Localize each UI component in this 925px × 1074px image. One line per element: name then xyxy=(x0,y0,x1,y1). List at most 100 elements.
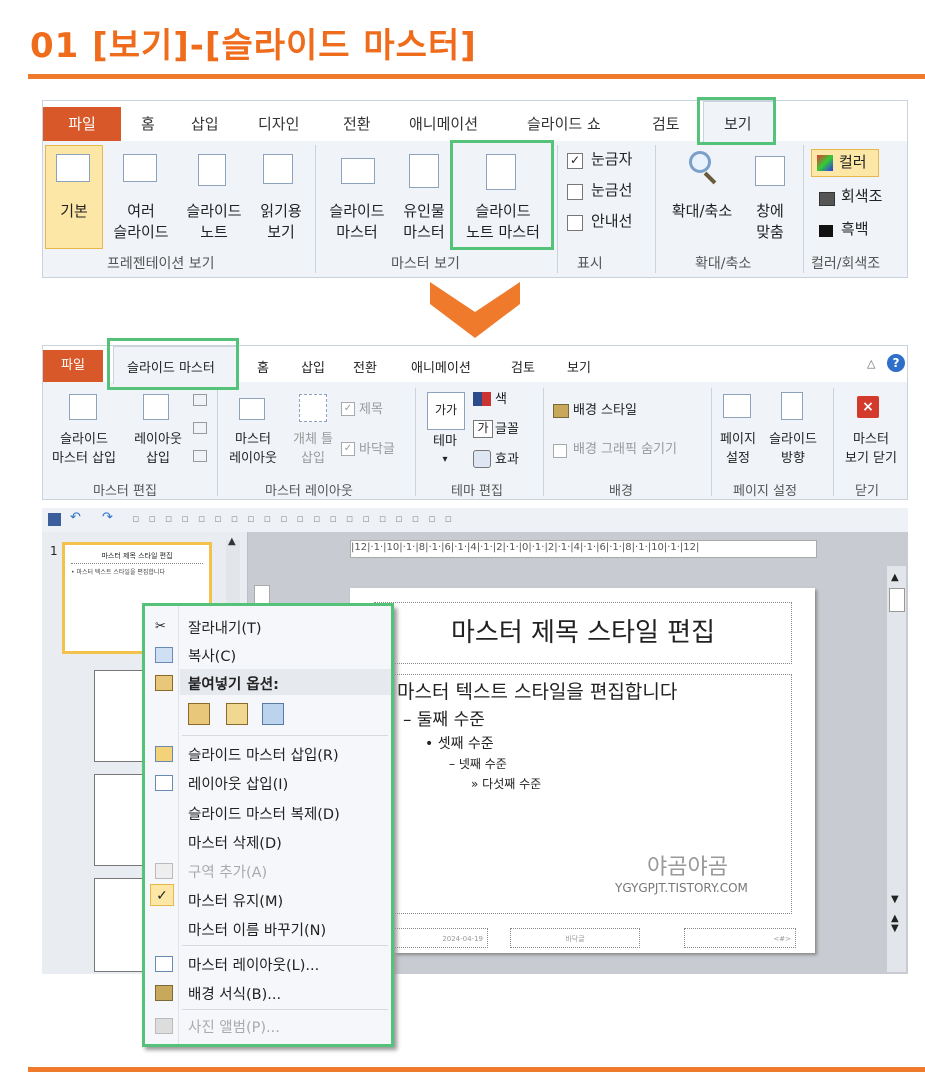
group-master-views: 마스터 보기 xyxy=(391,256,460,272)
collapse-ribbon-icon[interactable]: △ xyxy=(867,357,875,370)
orientation-label-2: 방향 xyxy=(781,451,805,466)
normal-view-label: 기본 xyxy=(60,202,88,220)
tab-animations[interactable]: 애니메이션 xyxy=(409,113,478,134)
title-checkbox[interactable]: ✓ xyxy=(341,402,355,416)
help-icon[interactable]: ? xyxy=(887,354,905,372)
scroll-down-arrow-icon[interactable]: ▼ xyxy=(891,894,899,905)
hide-background-label: 배경 그래픽 숨기기 xyxy=(573,442,677,457)
group-page-setup: 페이지 설정 xyxy=(733,484,797,499)
slide-master-label-1: 슬라이드 xyxy=(329,202,385,220)
body-level-4-text: 넷째 수준 xyxy=(458,757,507,771)
group-edit-theme: 테마 편집 xyxy=(451,484,503,499)
body-placeholder[interactable]: 마스터 텍스트 스타일을 편집합니다 – 둘째 수준 • 셋째 수준 – 넷째 … xyxy=(374,674,792,914)
horizontal-ruler: |12|·1·|10|·1·|8|·1·|6|·1·|4|·1·|2|·1·|0… xyxy=(350,540,817,558)
redo-icon[interactable]: ↷ xyxy=(102,510,113,525)
notes-master-highlight xyxy=(450,140,554,250)
close-label-2: 보기 닫기 xyxy=(845,451,897,466)
insert-slide-master-button[interactable]: 슬라이드 마스터 삽입 xyxy=(43,430,125,468)
body-level-2: – 둘째 수준 xyxy=(403,710,485,730)
page-setup-button[interactable]: 페이지 설정 xyxy=(711,430,765,468)
group-show: 표시 xyxy=(577,256,603,272)
tab-file[interactable]: 파일 xyxy=(43,107,121,141)
save-icon[interactable] xyxy=(48,513,61,526)
tab-view-2[interactable]: 보기 xyxy=(567,357,591,376)
close-master-view-button[interactable]: 마스터보기 닫기 xyxy=(835,430,907,468)
tab-home[interactable]: 홈 xyxy=(141,113,155,134)
fonts-button[interactable]: 글꼴 xyxy=(495,420,519,439)
insert-slide-master-icon xyxy=(69,394,97,420)
delete-icon[interactable] xyxy=(193,394,207,406)
tab-transitions-2[interactable]: 전환 xyxy=(353,357,377,376)
background-styles-button[interactable]: 배경 스타일 xyxy=(573,401,637,420)
toolbar-commands-icon[interactable]: ▫▫▫▫▫▫▫▫▫▫▫▫▫▫▫▫▫▫▫▫ xyxy=(132,512,461,525)
reading-view-button[interactable]: 읽기용 보기 xyxy=(251,201,311,243)
slide-master-button[interactable]: 슬라이드 마스터 xyxy=(319,201,395,243)
close-label-1: 마스터 xyxy=(853,432,889,447)
black-white-button[interactable]: 흑백 xyxy=(841,219,869,240)
quick-access-toolbar: ↶ ↷ ▫▫▫▫▫▫▫▫▫▫▫▫▫▫▫▫▫▫▫▫ xyxy=(42,508,908,533)
scroll-up-icon[interactable]: ▲ xyxy=(228,536,236,547)
tab-review-2[interactable]: 검토 xyxy=(511,357,535,376)
hide-background-checkbox[interactable] xyxy=(553,444,567,458)
effects-icon xyxy=(473,450,491,468)
slide-canvas[interactable]: 마스터 제목 스타일 편집 마스터 텍스트 스타일을 편집합니다 – 둘째 수준… xyxy=(350,588,815,953)
fit-label-2: 맞춤 xyxy=(756,223,784,241)
grayscale-icon xyxy=(819,192,835,206)
tab-design[interactable]: 디자인 xyxy=(258,113,299,134)
themes-dropdown-icon[interactable]: ▾ xyxy=(435,450,455,469)
bottom-divider xyxy=(28,1067,925,1072)
preserve-icon[interactable] xyxy=(193,450,207,462)
group-color-grayscale: 컬러/회색조 xyxy=(811,256,881,272)
color-icon xyxy=(817,155,833,171)
insert-placeholder-button[interactable]: 개체 틀 삽입 xyxy=(283,430,343,468)
themes-button[interactable]: 테마 xyxy=(423,432,467,451)
slide-orientation-button[interactable]: 슬라이드방향 xyxy=(761,430,825,468)
tab-slideshow[interactable]: 슬라이드 쇼 xyxy=(527,113,601,134)
scroll-thumb[interactable] xyxy=(889,588,905,612)
insert-master-label-2: 마스터 삽입 xyxy=(52,451,116,466)
orientation-label-1: 슬라이드 xyxy=(769,432,817,447)
group-separator xyxy=(315,145,316,273)
scroll-up-arrow-icon[interactable]: ▲ xyxy=(891,572,899,583)
placeholder-label-2: 삽입 xyxy=(301,451,325,466)
top-divider xyxy=(28,74,925,79)
tab-review[interactable]: 검토 xyxy=(652,113,680,134)
grayscale-button[interactable]: 회색조 xyxy=(841,186,882,207)
notes-page-button[interactable]: 슬라이드 노트 xyxy=(177,201,251,243)
tab-file-2[interactable]: 파일 xyxy=(43,350,103,382)
master-layout-button[interactable]: 마스터 레이아웃 xyxy=(221,430,285,468)
notes-page-icon xyxy=(198,154,226,186)
group-separator xyxy=(217,388,218,496)
slide-title: 마스터 제목 스타일 편집 xyxy=(451,618,715,648)
ruler-checkbox[interactable]: ✓ xyxy=(567,153,583,169)
vertical-scrollbar[interactable]: ▲ ▼ ▲ ▼ xyxy=(887,566,906,972)
tab-transitions[interactable]: 전환 xyxy=(343,113,371,134)
tab-insert[interactable]: 삽입 xyxy=(191,113,219,134)
body-level-1: 마스터 텍스트 스타일을 편집합니다 xyxy=(397,681,678,703)
fit-to-window-button[interactable]: 창에 맞춤 xyxy=(743,201,797,243)
page-setup-icon xyxy=(723,394,751,418)
reading-view-label-1: 읽기용 xyxy=(260,202,302,220)
body-level-4: – 넷째 수준 xyxy=(449,757,507,771)
insert-layout-label-1: 레이아웃 xyxy=(134,432,182,447)
tab-insert-2[interactable]: 삽입 xyxy=(301,357,325,376)
gridlines-checkbox[interactable] xyxy=(567,184,583,200)
title-placeholder[interactable]: 마스터 제목 스타일 편집 xyxy=(374,602,792,664)
effects-button[interactable]: 효과 xyxy=(495,450,519,469)
slide-sorter-button[interactable]: 여러 슬라이드 xyxy=(103,201,179,243)
undo-icon[interactable]: ↶ xyxy=(70,510,81,525)
previous-slide-icon[interactable]: ▲ ▼ xyxy=(891,914,899,934)
guides-checkbox[interactable] xyxy=(567,215,583,231)
background-styles-icon xyxy=(553,404,569,418)
slide-orientation-icon xyxy=(781,392,803,420)
insert-layout-button[interactable]: 레이아웃 삽입 xyxy=(125,430,191,468)
rename-icon[interactable] xyxy=(193,422,207,434)
slide-number-placeholder[interactable]: <#> xyxy=(684,928,796,948)
handout-master-button[interactable]: 유인물 마스터 xyxy=(395,201,453,243)
footer-checkbox[interactable]: ✓ xyxy=(341,442,355,456)
colors-button[interactable]: 색 xyxy=(495,390,507,409)
tab-home-2[interactable]: 홈 xyxy=(257,357,269,376)
tab-animations-2[interactable]: 애니메이션 xyxy=(411,357,471,376)
footer-placeholder[interactable]: 바닥글 xyxy=(510,928,640,948)
zoom-button[interactable]: 확대/축소 xyxy=(661,201,743,222)
